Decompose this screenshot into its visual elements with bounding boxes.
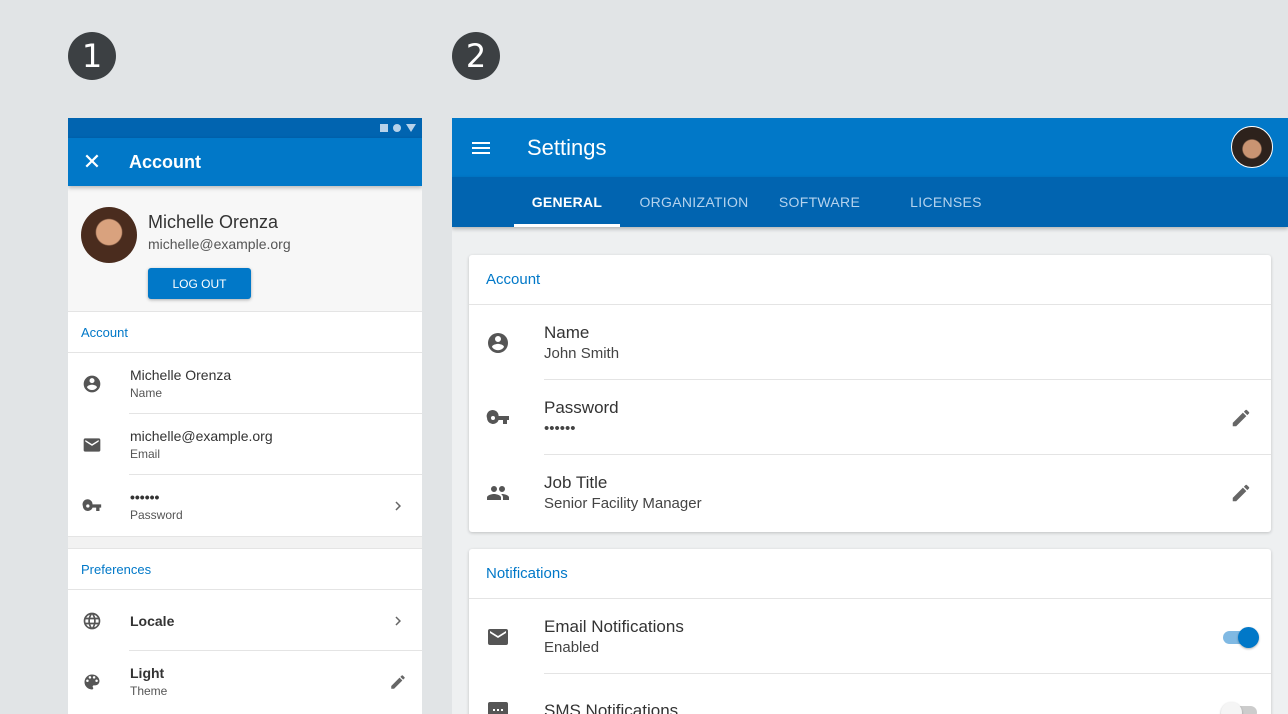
avatar <box>81 207 137 263</box>
status-bar <box>68 118 422 138</box>
account-circle-icon <box>469 331 527 355</box>
step-badge-2: 2 <box>452 32 500 80</box>
settings-row-value: Enabled <box>544 639 600 656</box>
edit-icon[interactable] <box>1211 407 1271 429</box>
settings-row-job-title[interactable]: Job Title Senior Facility Manager <box>469 455 1271 530</box>
settings-row-title: Email Notifications <box>544 617 684 636</box>
account-card: Account Name John Smith Password •••••• <box>469 255 1271 532</box>
desktop-app-bar: Settings <box>452 118 1288 177</box>
profile-email: michelle@example.org <box>148 236 291 252</box>
chevron-right-icon[interactable] <box>374 497 422 515</box>
status-triangle-icon <box>406 124 416 132</box>
globe-icon <box>68 611 116 631</box>
list-item-email[interactable]: michelle@example.org Email <box>68 414 422 475</box>
notifications-card: Notifications Email Notifications Enable… <box>469 549 1271 714</box>
email-notifications-toggle[interactable] <box>1211 626 1271 648</box>
settings-row-email-notifications[interactable]: Email Notifications Enabled <box>469 599 1271 674</box>
settings-row-value: John Smith <box>544 345 620 362</box>
list-item-primary: Light <box>130 665 165 681</box>
list-item-primary: Locale <box>130 612 175 629</box>
tab-licenses[interactable]: LICENSES <box>871 177 1021 227</box>
account-circle-icon <box>68 374 116 394</box>
list-item-password[interactable]: •••••• Password <box>68 475 422 536</box>
tab-software[interactable]: SOFTWARE <box>768 177 871 227</box>
edit-icon[interactable] <box>1211 482 1271 504</box>
list-item-secondary: Password <box>130 508 183 522</box>
key-icon <box>68 496 116 516</box>
list-item-primary: Michelle Orenza <box>130 367 232 383</box>
tab-organization[interactable]: ORGANIZATION <box>620 177 768 227</box>
settings-row-title: Job Title <box>544 473 608 492</box>
palette-icon <box>68 672 116 692</box>
card-heading: Account <box>469 255 1271 305</box>
list-item-secondary: Theme <box>130 684 168 698</box>
toggle-switch[interactable] <box>1221 701 1259 714</box>
settings-row-name[interactable]: Name John Smith <box>469 305 1271 380</box>
list-item-secondary: Name <box>130 386 163 400</box>
edit-icon[interactable] <box>374 673 422 691</box>
list-item-primary: •••••• <box>130 489 160 505</box>
settings-row-sms-notifications[interactable]: SMS Notifications <box>469 674 1271 714</box>
logout-button[interactable]: LOG OUT <box>148 268 251 299</box>
menu-icon[interactable] <box>452 136 510 160</box>
mobile-account-screen: ✕ Account Michelle Orenza michelle@examp… <box>68 118 422 714</box>
chevron-right-icon[interactable] <box>374 612 422 630</box>
list-item-secondary: Email <box>130 447 161 461</box>
settings-row-title: SMS Notifications <box>544 700 679 714</box>
status-circle-icon <box>393 124 401 132</box>
tab-bar: GENERAL ORGANIZATION SOFTWARE LICENSES <box>452 177 1288 227</box>
section-divider <box>68 536 422 549</box>
mobile-page-title: Account <box>129 151 201 172</box>
section-header-preferences: Preferences <box>68 549 422 590</box>
mail-icon <box>469 625 527 649</box>
list-item-locale[interactable]: Locale <box>68 590 422 651</box>
people-icon <box>469 481 527 505</box>
settings-row-value: Senior Facility Manager <box>544 495 702 512</box>
profile-header: Michelle Orenza michelle@example.org LOG… <box>68 186 422 312</box>
toggle-knob <box>1238 626 1259 648</box>
mail-icon <box>68 435 116 455</box>
settings-row-title: Name <box>544 323 590 342</box>
sms-icon <box>469 700 527 714</box>
toggle-switch[interactable] <box>1223 626 1259 648</box>
desktop-page-title: Settings <box>527 134 607 160</box>
list-item-primary: michelle@example.org <box>130 428 273 444</box>
status-square-icon <box>380 124 388 132</box>
mobile-app-bar: ✕ Account <box>68 138 422 186</box>
step-badge-1: 1 <box>68 32 116 80</box>
settings-row-title: Password <box>544 398 619 417</box>
close-icon[interactable]: ✕ <box>68 150 116 175</box>
settings-row-value: •••••• <box>544 420 576 437</box>
settings-row-password[interactable]: Password •••••• <box>469 380 1271 455</box>
list-item-theme[interactable]: Light Theme <box>68 651 422 712</box>
toggle-knob <box>1221 701 1242 714</box>
tab-general[interactable]: GENERAL <box>514 177 620 227</box>
desktop-settings-screen: Settings GENERAL ORGANIZATION SOFTWARE L… <box>452 118 1288 714</box>
card-heading: Notifications <box>469 549 1271 599</box>
profile-name: Michelle Orenza <box>148 212 279 232</box>
avatar[interactable] <box>1231 126 1273 168</box>
key-icon <box>469 406 527 430</box>
section-header-account: Account <box>68 312 422 353</box>
list-item-name[interactable]: Michelle Orenza Name <box>68 353 422 414</box>
sms-notifications-toggle[interactable] <box>1211 701 1271 714</box>
